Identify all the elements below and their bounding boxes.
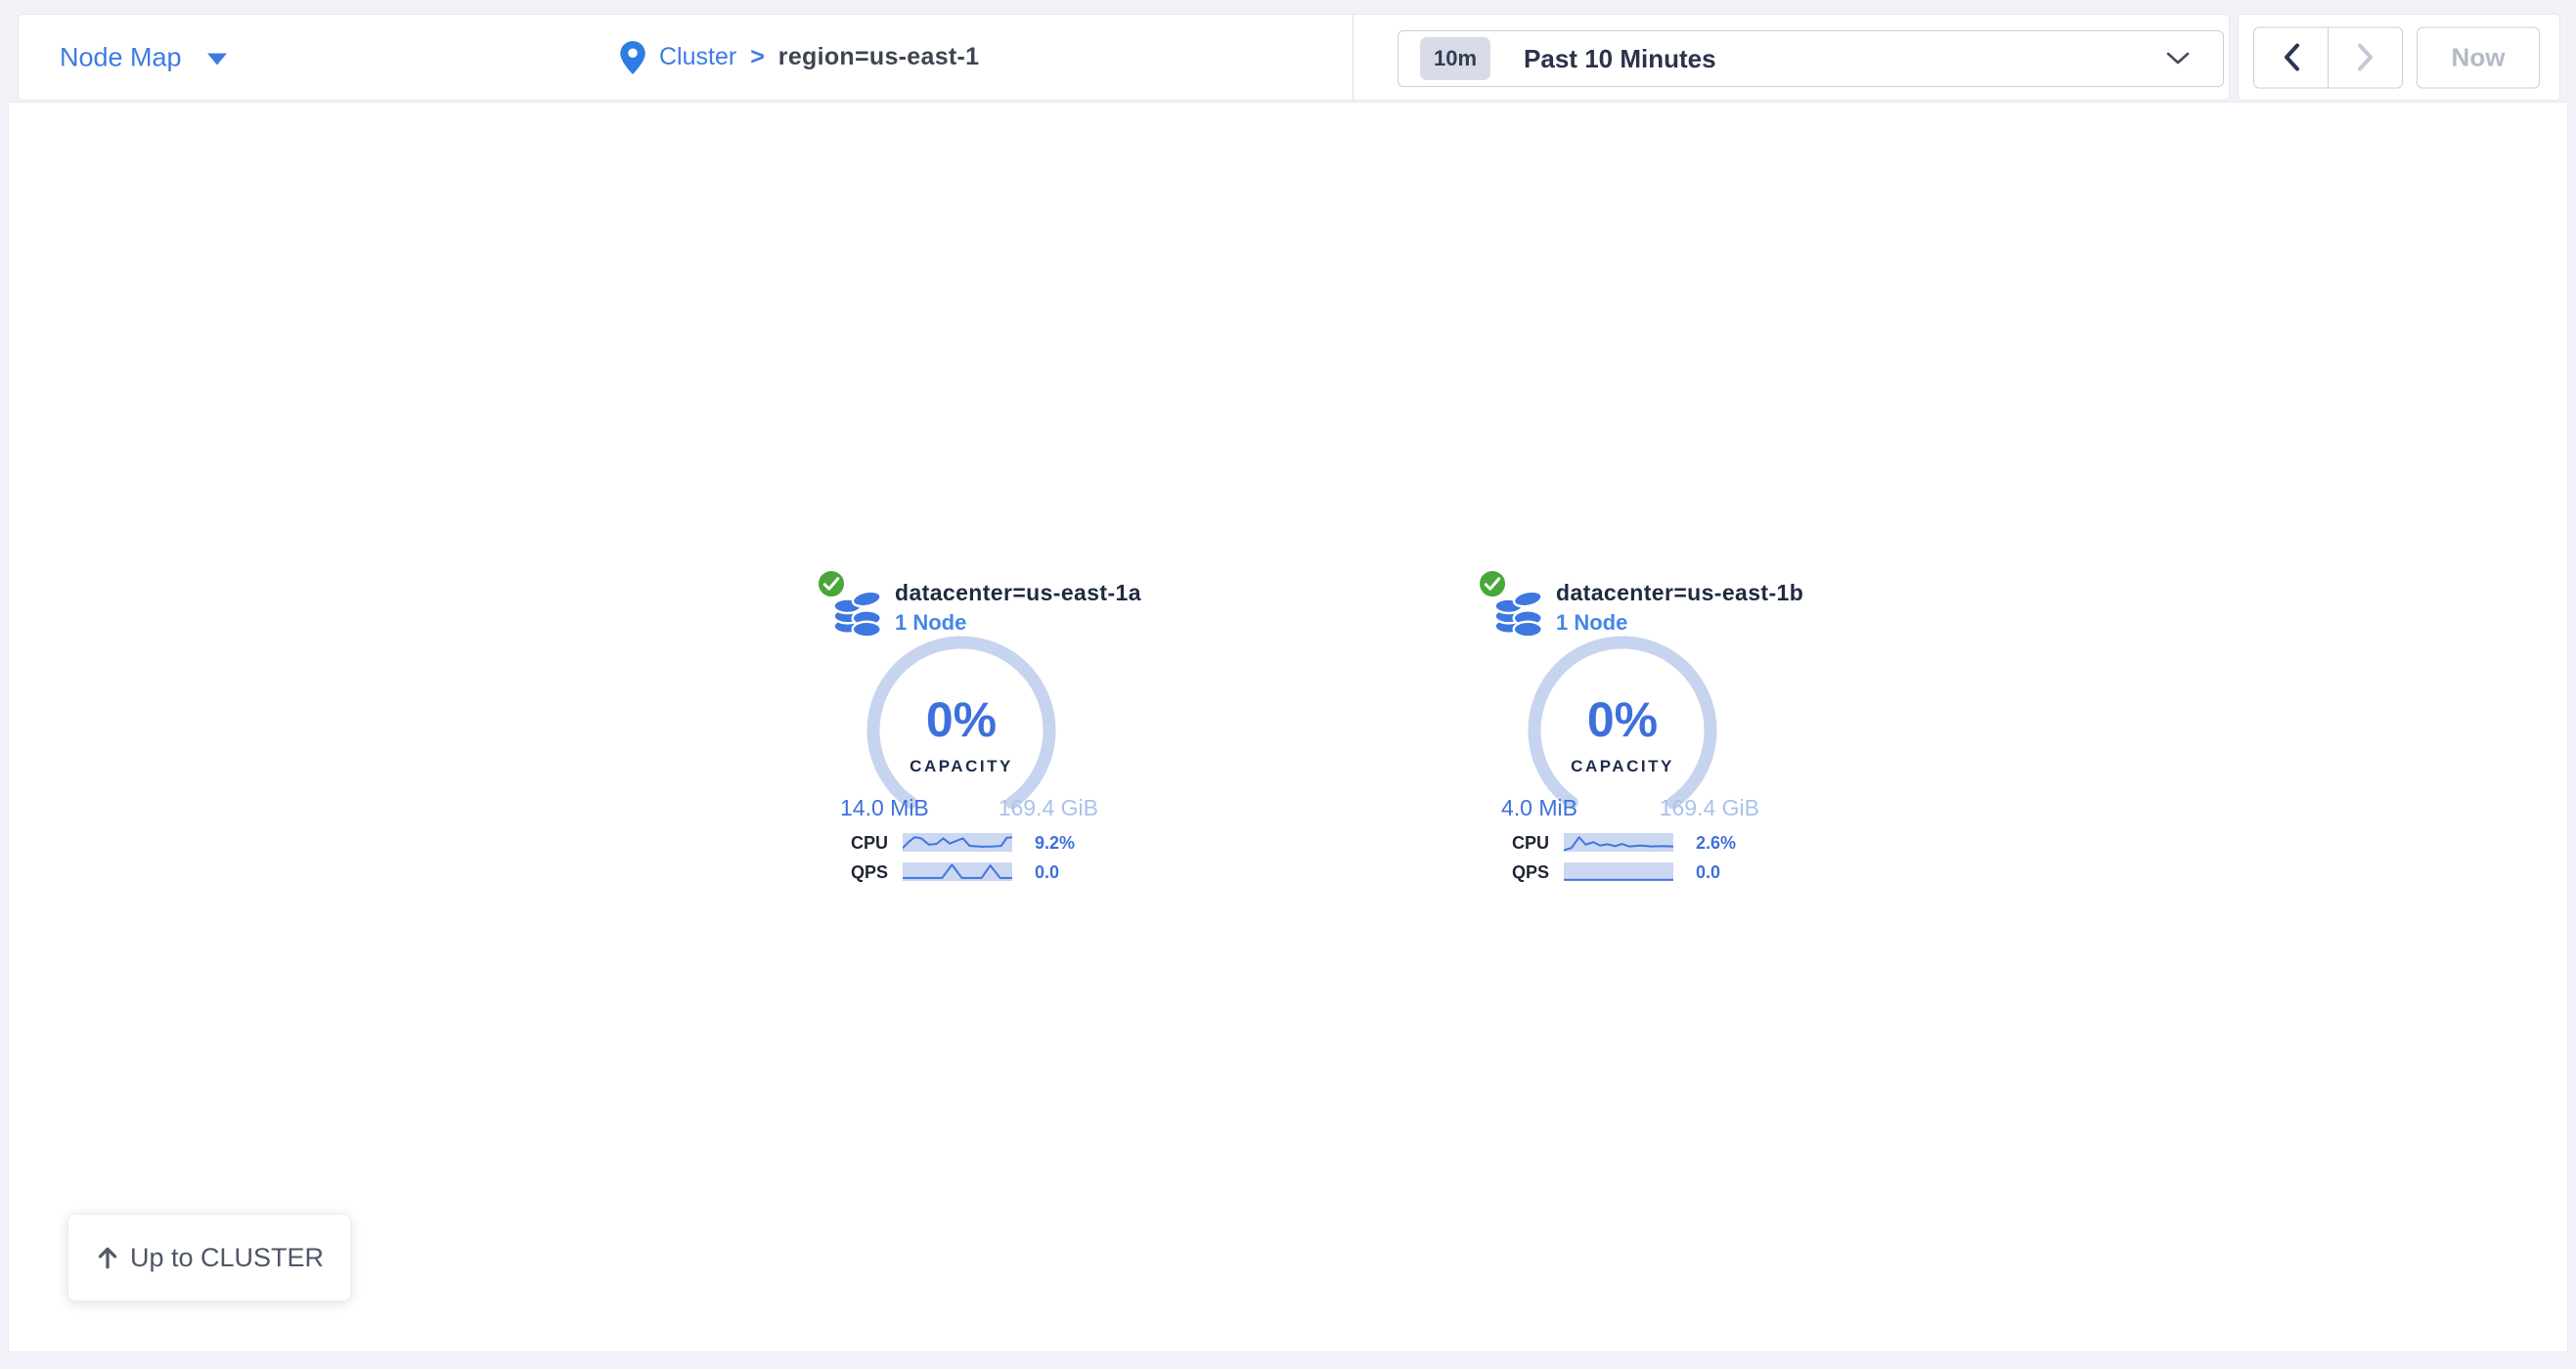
chevron-down-icon: [2166, 52, 2190, 66]
healthy-check-icon: [816, 568, 847, 599]
capacity-used: 14.0 MiB: [840, 795, 929, 821]
capacity-percent: 0%: [1525, 691, 1720, 748]
cpu-metric-row: CPU 2.6%: [1417, 833, 1828, 853]
datacenter-card[interactable]: datacenter=us-east-1b 1 Node 0% CAPACITY…: [1417, 568, 1828, 901]
chevron-left-icon: [2283, 43, 2300, 72]
chevron-down-icon: [207, 54, 227, 66]
datacenter-title: datacenter=us-east-1b: [1556, 580, 1803, 606]
header-bar: Node Map Cluster > region=us-east-1 10m …: [18, 14, 2230, 101]
qps-sparkline: [1564, 862, 1673, 881]
capacity-total: 169.4 GiB: [1660, 795, 1759, 821]
qps-label: QPS: [756, 862, 888, 883]
capacity-caption: CAPACITY: [864, 757, 1059, 776]
qps-value: 0.0: [1035, 862, 1059, 883]
capacity-total: 169.4 GiB: [999, 795, 1098, 821]
time-prev-button[interactable]: [2253, 26, 2329, 88]
arrow-up-icon: [95, 1245, 120, 1270]
datacenter-title: datacenter=us-east-1a: [895, 580, 1141, 606]
cpu-value: 9.2%: [1035, 833, 1075, 854]
datacenter-card[interactable]: datacenter=us-east-1a 1 Node 0% CAPACITY…: [756, 568, 1167, 901]
time-nav-arrows: [2253, 26, 2403, 88]
capacity-caption: CAPACITY: [1525, 757, 1720, 776]
capacity-values: 14.0 MiB 169.4 GiB: [840, 795, 1098, 821]
view-selector-label: Node Map: [60, 42, 182, 72]
capacity-percent: 0%: [864, 691, 1059, 748]
qps-value: 0.0: [1696, 862, 1720, 883]
qps-metric-row: QPS 0.0: [1417, 862, 1828, 882]
qps-label: QPS: [1417, 862, 1549, 883]
view-selector-dropdown[interactable]: Node Map: [60, 42, 227, 72]
qps-metric-row: QPS 0.0: [756, 862, 1167, 882]
healthy-check-icon: [1477, 568, 1508, 599]
location-pin-icon: [620, 41, 645, 74]
breadcrumb-separator: >: [750, 43, 765, 71]
chevron-right-icon: [2357, 43, 2375, 72]
qps-sparkline: [903, 862, 1012, 881]
capacity-used: 4.0 MiB: [1501, 795, 1577, 821]
time-nav-bar: Now: [2238, 14, 2560, 101]
cpu-label: CPU: [756, 833, 888, 854]
breadcrumb-current-region: region=us-east-1: [778, 43, 980, 71]
up-to-cluster-label: Up to CLUSTER: [130, 1243, 324, 1273]
cpu-value: 2.6%: [1696, 833, 1736, 854]
cpu-label: CPU: [1417, 833, 1549, 854]
time-range-label: Past 10 Minutes: [1524, 44, 1716, 74]
breadcrumb-cluster-link[interactable]: Cluster: [659, 43, 736, 71]
breadcrumb: Cluster > region=us-east-1: [620, 41, 979, 74]
time-range-badge: 10m: [1420, 37, 1490, 80]
cpu-sparkline: [903, 833, 1012, 852]
header-divider: [1353, 15, 1354, 100]
node-map-canvas: datacenter=us-east-1a 1 Node 0% CAPACITY…: [8, 102, 2568, 1352]
cpu-metric-row: CPU 9.2%: [756, 833, 1167, 853]
cpu-sparkline: [1564, 833, 1673, 852]
time-next-button[interactable]: [2328, 26, 2403, 88]
up-to-cluster-button[interactable]: Up to CLUSTER: [67, 1214, 351, 1302]
time-range-dropdown[interactable]: 10m Past 10 Minutes: [1398, 30, 2224, 87]
now-button[interactable]: Now: [2417, 26, 2540, 88]
capacity-values: 4.0 MiB 169.4 GiB: [1501, 795, 1759, 821]
